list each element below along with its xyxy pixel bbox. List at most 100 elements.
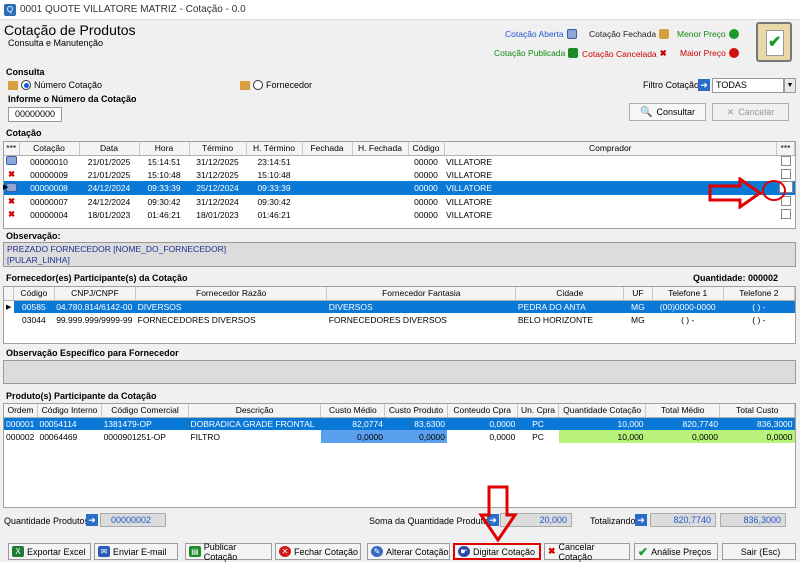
obs-fornecedor-label: Observação Específico para Fornecedor — [6, 348, 179, 358]
column-header[interactable]: Telefone 1 — [652, 287, 724, 301]
numero-input[interactable]: 00000000 — [8, 107, 62, 122]
column-header[interactable]: Conteudo Cpra — [447, 404, 518, 418]
radio-numero[interactable]: Número Cotação — [8, 80, 102, 90]
legend-fechada-label: Cotação Fechada — [589, 29, 657, 39]
cell-codigo: 00000 — [414, 209, 438, 220]
cell-fechada — [302, 168, 352, 181]
qtd-produtos-label: Quantidade Produtos: — [4, 516, 92, 526]
table-row[interactable]: 00000010 21/01/2025 15:14:51 31/12/2025 23:1… — [4, 155, 795, 168]
analise-precos-button[interactable]: ✔ Análise Preços — [634, 543, 718, 560]
row-pointer: ▶ — [4, 300, 14, 313]
checkbox-icon[interactable] — [780, 168, 791, 179]
cell-fechada — [302, 195, 352, 208]
cancel-x-icon: ✖ — [7, 196, 16, 206]
publicar-cotacao-button[interactable]: ▤ Publicar Cotação — [185, 541, 272, 562]
row-checkbox[interactable] — [777, 168, 795, 181]
checkbox-icon[interactable] — [780, 155, 791, 166]
column-header[interactable]: UF — [623, 287, 653, 301]
table-row[interactable]: 03044 99.999.999/9999-99 FORNECEDORES DIVE… — [4, 313, 795, 326]
cancel-icon: ✕ — [726, 106, 735, 117]
cell-tel2: ( ) - — [752, 314, 766, 325]
hand-pointer-icon: ☛ — [458, 546, 470, 557]
column-header[interactable]: Término — [189, 142, 247, 156]
column-header[interactable]: Fechada — [302, 142, 353, 156]
fornecedores-grid[interactable]: Código CNPJ/CNPF Fornecedor Razão Fornecedo… — [3, 286, 796, 344]
column-header[interactable]: Código — [13, 287, 55, 301]
column-header[interactable]: CNPJ/CNPF — [54, 287, 137, 301]
consultar-label: Consultar — [656, 107, 695, 117]
column-header[interactable]: Total Custo — [719, 404, 795, 418]
open-icon — [566, 29, 577, 39]
digitar-cotacao-button[interactable]: ☛ Digitar Cotação — [453, 543, 541, 560]
column-header[interactable]: *** — [4, 142, 20, 156]
column-header[interactable]: Custo Médio — [320, 404, 386, 418]
column-header[interactable]: Ordem — [4, 404, 38, 418]
chevron-down-icon[interactable]: ▼ — [784, 78, 796, 93]
radio-selected-icon — [21, 80, 31, 90]
column-header[interactable]: Código Interno — [37, 404, 103, 418]
publicar-label: Publicar Cotação — [203, 541, 238, 562]
cell-custo_produto: 0,0000 — [384, 430, 447, 443]
cotacao-section-label: Cotação — [6, 128, 42, 138]
column-header[interactable]: Fornecedor Razão — [135, 287, 328, 301]
column-header[interactable]: H. Fechada — [352, 142, 409, 156]
table-row[interactable]: ✖ 00000009 21/01/2025 15:10:48 31/12/2025 15:… — [4, 168, 795, 181]
enviar-email-button[interactable]: ✉ Enviar E-mail — [94, 543, 178, 560]
column-header[interactable]: Custo Produto — [384, 404, 448, 418]
column-header[interactable]: Código Comercial — [101, 404, 189, 418]
table-row[interactable]: ▶ 00000008 24/12/2024 09:33:39 25/12/2024 09:… — [3, 181, 795, 195]
column-header[interactable]: H. Término — [246, 142, 303, 156]
informe-label: Informe o Número da Cotação — [8, 94, 137, 104]
cancelar-button[interactable]: ✕ Cancelar — [712, 103, 789, 121]
exportar-excel-button[interactable]: X Exportar Excel — [8, 543, 91, 560]
filtro-select[interactable]: TODAS — [712, 78, 784, 93]
consultar-button[interactable]: 🔍 Consultar — [629, 103, 706, 121]
table-row[interactable]: ✖ 00000007 24/12/2024 09:30:42 31/12/2024 09:… — [4, 195, 795, 208]
observacao-text[interactable]: PREZADO FORNECEDOR [NOME_DO_FORNECEDOR] … — [3, 242, 796, 267]
column-header[interactable]: Cotação — [19, 142, 80, 156]
qtd-produtos-value: 00000002 — [100, 513, 166, 527]
column-header[interactable]: Fornecedor Fantasia — [326, 287, 517, 301]
column-header[interactable]: Cidade — [515, 287, 625, 301]
exportar-label: Exportar Excel — [27, 546, 86, 557]
column-header[interactable]: Quantidade Cotação — [558, 404, 647, 418]
fechar-cotacao-button[interactable]: ✕ Fechar Cotação — [275, 543, 361, 560]
cell-un: PC — [517, 417, 559, 430]
obs-fornecedor-text[interactable] — [3, 360, 796, 384]
table-row[interactable]: ✖ 00000004 18/01/2023 01:46:21 18/01/2023 01:… — [4, 208, 795, 221]
column-header[interactable]: Data — [79, 142, 140, 156]
cell-hfechada — [352, 155, 408, 168]
cell-razao: FORNECEDORES DIVERSOS — [137, 314, 256, 325]
folder-icon — [8, 80, 18, 90]
cotacao-grid[interactable]: *** Cotação Data Hora Término H. Término Fecha… — [3, 141, 796, 229]
column-header[interactable]: Descrição — [188, 404, 322, 418]
total-medio-value: 820,7740 — [650, 513, 716, 527]
radio-fornecedor[interactable]: Fornecedor — [240, 80, 312, 90]
cell-tel2: ( ) - — [723, 300, 795, 313]
alterar-cotacao-button[interactable]: ✎ Alterar Cotação — [367, 543, 450, 560]
cancel-x-icon: ✖ — [7, 209, 16, 219]
table-row[interactable]: 000001 00054114 1381479-OP DOBRADICA GRADE … — [4, 417, 795, 430]
magnifier-icon: 🔍 — [640, 106, 653, 118]
table-row[interactable]: 000002 00064469 0000901251-OP FILTRO 0,0000 0… — [4, 430, 795, 443]
table-row[interactable]: ▶ 00585 04.780.814/6142-00 DIVERSOS DIVERSOS… — [4, 300, 795, 313]
page-subtitle: Consulta e Manutenção — [8, 38, 104, 48]
column-header[interactable]: Total Médio — [645, 404, 721, 418]
row-checkbox[interactable] — [777, 155, 795, 168]
column-header[interactable]: Código — [408, 142, 445, 156]
sair-button[interactable]: Sair (Esc) — [722, 543, 796, 560]
radio-unselected-icon — [253, 80, 263, 90]
cell-data: 18/01/2023 — [87, 209, 131, 220]
column-header[interactable]: Un. Cpra — [517, 404, 560, 418]
column-header[interactable]: *** — [776, 142, 795, 156]
column-header[interactable]: Telefone 2 — [723, 287, 796, 301]
enviar-label: Enviar E-mail — [113, 546, 167, 557]
cancelar-cotacao-button[interactable]: ✖ Cancelar Cotação — [544, 542, 630, 562]
cell-hfechada — [352, 208, 408, 221]
legend-publicada: Cotação Publicada — [494, 48, 579, 58]
column-header[interactable]: Comprador — [444, 142, 777, 156]
column-header[interactable]: Hora — [139, 142, 190, 156]
produtos-grid[interactable]: Ordem Código Interno Código Comercial Descr… — [3, 403, 796, 508]
checkbox-icon[interactable] — [780, 208, 791, 219]
row-checkbox[interactable] — [777, 208, 795, 221]
